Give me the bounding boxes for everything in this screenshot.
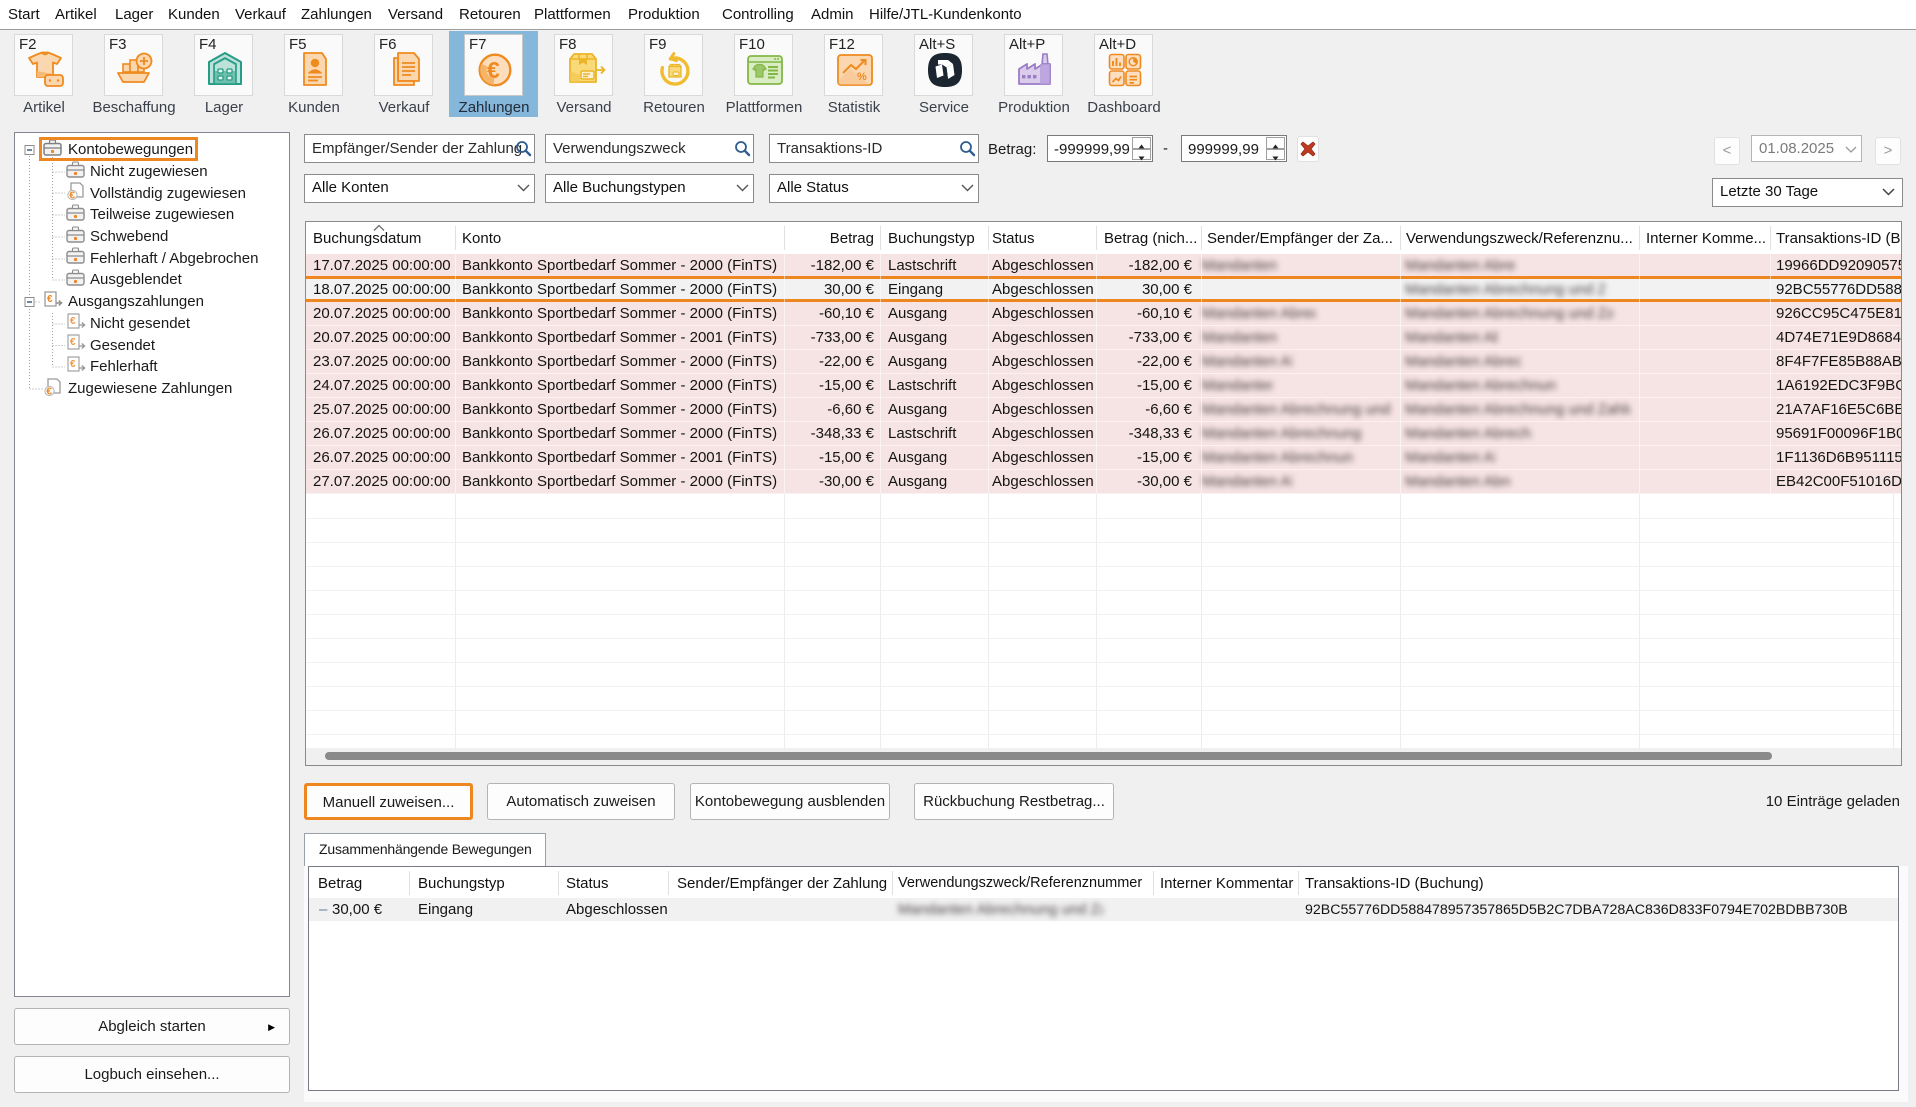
svg-text:€: € (69, 190, 75, 201)
svg-text:%: % (857, 71, 867, 83)
svg-text:€: € (70, 359, 76, 370)
svg-text:€: € (47, 294, 53, 305)
svg-text:€: € (70, 337, 76, 348)
svg-text:€: € (46, 386, 52, 397)
svg-text:€: € (70, 316, 76, 327)
svg-text:€: € (487, 57, 500, 83)
